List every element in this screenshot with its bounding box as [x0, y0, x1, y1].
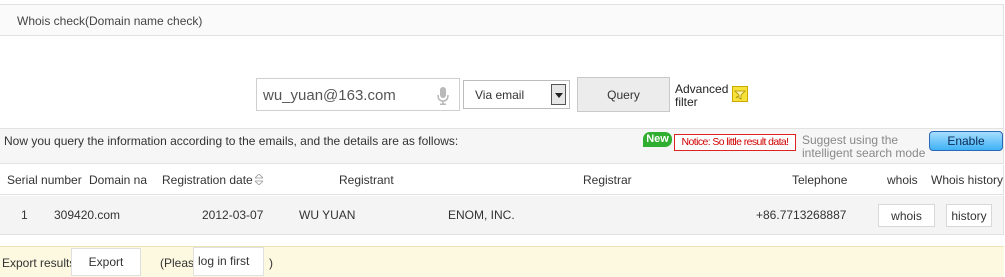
search-mode-value: Via email — [475, 88, 525, 102]
column-header-registrant: Registrant — [339, 173, 394, 187]
column-header-registrar: Registrar — [583, 173, 632, 187]
table-header: Serial number Domain na Registration dat… — [0, 165, 1004, 195]
export-bar: Export results Export (Please log in fir… — [0, 246, 1004, 277]
column-header-registration-date-label: Registration date — [162, 173, 253, 187]
whois-button[interactable]: whois — [878, 204, 935, 227]
column-header-history: Whois history — [931, 173, 1004, 187]
login-link[interactable]: log in first — [193, 247, 264, 276]
cell-registration-date: 2012-03-07 — [202, 208, 264, 222]
new-badge: New — [643, 132, 672, 147]
export-button[interactable]: Export — [71, 248, 141, 276]
login-note-suffix: ) — [269, 256, 273, 270]
notice-badge: Notice: So little result data! — [674, 134, 796, 151]
cell-registrant: WU YUAN — [299, 208, 356, 222]
filter-icon[interactable] — [732, 86, 748, 102]
column-header-domain: Domain na — [89, 173, 148, 187]
column-header-whois: whois — [887, 173, 918, 187]
column-header-serial: Serial number — [7, 173, 82, 187]
cell-serial: 1 — [21, 208, 28, 222]
search-mode-select[interactable]: Via email — [463, 80, 570, 109]
page-title: Whois check(Domain name check) — [17, 14, 203, 28]
suggest-text: Suggest using the intelligent search mod… — [802, 134, 932, 160]
table-row: 1 309420.com 2012-03-07 WU YUAN ENOM, IN… — [0, 196, 1004, 235]
history-button[interactable]: history — [946, 204, 992, 227]
microphone-icon[interactable] — [437, 87, 449, 105]
cell-registrar: ENOM, INC. — [448, 208, 515, 222]
export-label: Export results — [2, 256, 76, 270]
advanced-filter-label-line2: filter — [675, 95, 698, 109]
result-info-bar: Now you query the information according … — [0, 128, 1004, 164]
email-search-input[interactable] — [263, 85, 431, 105]
query-button[interactable]: Query — [577, 77, 670, 112]
suggest-text-line2: intelligent search mode — [802, 146, 926, 160]
advanced-filter-link[interactable]: Advanced filter — [675, 83, 735, 109]
email-search-field[interactable] — [256, 78, 460, 111]
chevron-down-icon[interactable] — [551, 84, 566, 105]
enable-button[interactable]: Enable — [929, 131, 1003, 151]
result-info-text: Now you query the information according … — [4, 134, 459, 148]
page-header: Whois check(Domain name check) — [0, 4, 1004, 36]
cell-domain[interactable]: 309420.com — [54, 208, 120, 222]
search-panel: Via email Query Advanced filter — [0, 36, 1004, 128]
column-header-telephone: Telephone — [792, 173, 848, 187]
cell-telephone: +86.7713268887 — [756, 208, 847, 222]
column-header-registration-date[interactable]: Registration date — [162, 173, 263, 187]
sort-icon[interactable] — [254, 174, 263, 185]
